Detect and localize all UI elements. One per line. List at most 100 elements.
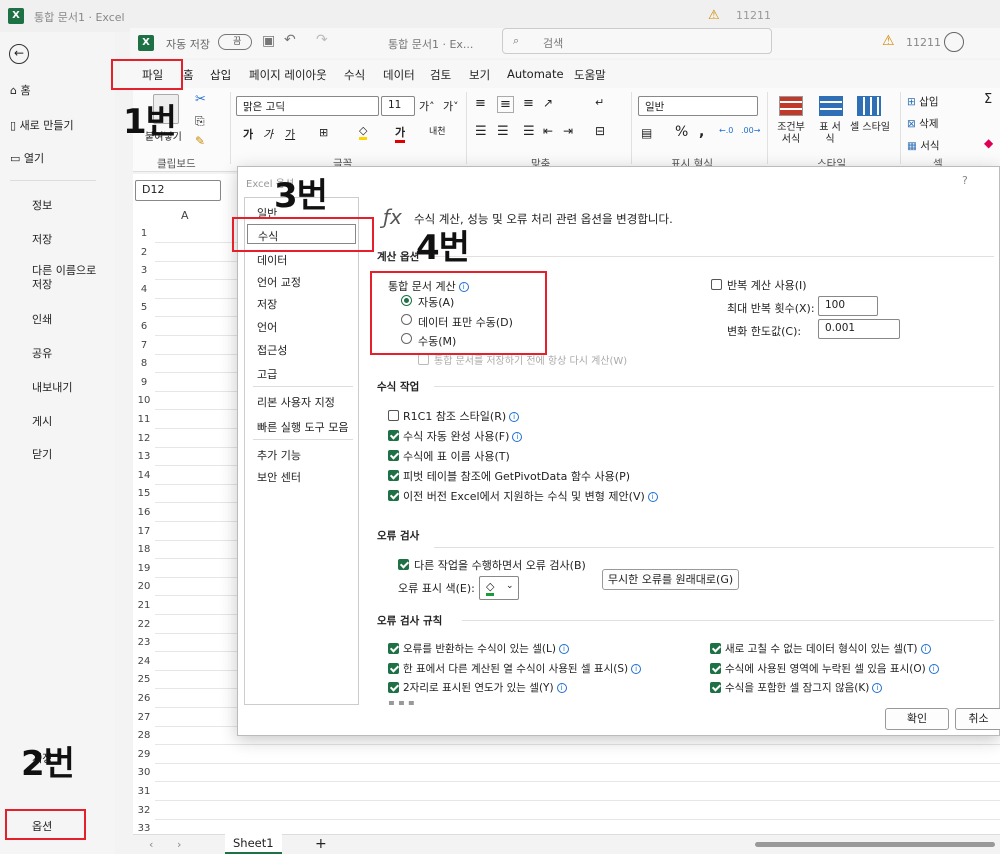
cut-icon[interactable]: ✂ xyxy=(195,92,206,107)
format-cells-button[interactable]: ▦ 서식 xyxy=(907,138,940,153)
align-left-icon[interactable]: ☰ xyxy=(475,124,487,139)
error-rule-checkbox[interactable] xyxy=(710,662,721,674)
backstage-print[interactable]: 인쇄 xyxy=(32,311,52,327)
row-header[interactable]: 26 xyxy=(133,693,155,704)
backstage-new[interactable]: ▯ 새로 만들기 xyxy=(10,117,74,133)
row-header[interactable]: 15 xyxy=(133,488,155,499)
row-header[interactable]: 6 xyxy=(133,321,155,332)
row-header[interactable]: 33 xyxy=(133,823,155,834)
max-iterations-input[interactable]: 100 xyxy=(818,296,878,316)
horizontal-scrollbar[interactable] xyxy=(755,842,995,847)
percent-icon[interactable]: % xyxy=(675,124,688,140)
tab-formulas[interactable]: 수식 xyxy=(344,67,365,83)
orientation-icon[interactable]: ↗ xyxy=(543,96,553,110)
backstage-home[interactable]: ⌂ 홈 xyxy=(10,82,31,98)
column-header-a[interactable]: A xyxy=(181,209,189,222)
error-rule-label[interactable]: 새로 고칠 수 없는 데이터 형식이 있는 셀(T) i xyxy=(725,641,931,656)
align-middle-icon[interactable]: ≡ xyxy=(497,96,514,113)
avatar[interactable] xyxy=(944,32,964,52)
wrap-text-icon[interactable]: ↵ xyxy=(595,96,604,109)
autosum-icon[interactable]: Σ xyxy=(984,92,992,107)
formula-option-label[interactable]: 피벗 테이블 참조에 GetPivotData 함수 사용(P) xyxy=(403,468,630,484)
row-header[interactable]: 25 xyxy=(133,674,155,685)
background-error-label[interactable]: 다른 작업을 수행하면서 오류 검사(B) xyxy=(414,557,586,573)
error-color-picker[interactable]: ◇ ⌄ xyxy=(479,576,519,600)
formula-option-checkbox[interactable] xyxy=(388,430,399,441)
error-rule-label[interactable]: 2자리로 표시된 연도가 있는 셀(Y) i xyxy=(403,680,567,695)
increase-indent-icon[interactable]: ⇥ xyxy=(563,124,573,138)
row-header[interactable]: 29 xyxy=(133,749,155,760)
row-header[interactable]: 10 xyxy=(133,395,155,406)
row-header[interactable]: 27 xyxy=(133,712,155,723)
max-change-input[interactable]: 0.001 xyxy=(818,319,900,339)
category-customize-ribbon[interactable]: 리본 사용자 지정 xyxy=(257,394,335,410)
next-sheet-icon[interactable]: › xyxy=(177,838,181,851)
row-header[interactable]: 2 xyxy=(133,247,155,258)
category-data[interactable]: 데이터 xyxy=(257,252,287,268)
error-rule-label[interactable]: 한 표에서 다른 계산된 열 수식이 사용된 셀 표시(S) i xyxy=(403,661,642,676)
error-rule-checkbox[interactable] xyxy=(710,682,721,693)
formula-option-label[interactable]: 수식 자동 완성 사용(F) i xyxy=(403,428,523,444)
phonetic-icon[interactable]: 내천 xyxy=(429,124,446,137)
cell-styles-label[interactable]: 셀 스타일 xyxy=(849,122,891,134)
italic-icon[interactable]: 가 xyxy=(263,126,273,142)
error-rule-checkbox[interactable] xyxy=(388,643,399,654)
row-header[interactable]: 17 xyxy=(133,526,155,537)
category-addins[interactable]: 추가 기능 xyxy=(257,447,301,463)
category-save[interactable]: 저장 xyxy=(257,296,277,312)
formula-option-label[interactable]: R1C1 참조 스타일(R) i xyxy=(403,408,520,424)
tab-insert[interactable]: 삽입 xyxy=(210,67,231,83)
tab-page-layout[interactable]: 페이지 레이아웃 xyxy=(249,67,327,83)
category-language[interactable]: 언어 xyxy=(257,319,277,335)
name-box[interactable]: D12 xyxy=(135,180,221,201)
format-as-table-icon[interactable] xyxy=(819,96,843,116)
row-header[interactable]: 8 xyxy=(133,358,155,369)
tab-data[interactable]: 데이터 xyxy=(383,67,415,83)
tab-view[interactable]: 보기 xyxy=(469,67,490,83)
align-top-icon[interactable]: ≡ xyxy=(475,96,486,111)
formula-option-label[interactable]: 수식에 표 이름 사용(T) xyxy=(403,448,510,464)
help-icon[interactable]: ? xyxy=(962,174,968,187)
align-bottom-icon[interactable]: ≡ xyxy=(523,96,534,111)
decrease-font-icon[interactable]: 가˅ xyxy=(443,98,459,114)
decrease-indent-icon[interactable]: ⇤ xyxy=(543,124,553,138)
background-error-checkbox[interactable] xyxy=(398,559,409,570)
save-icon[interactable]: ▣ xyxy=(262,33,275,49)
borders-icon[interactable]: ⊞ xyxy=(319,126,328,139)
error-rule-label[interactable]: 오류를 반환하는 수식이 있는 셀(L) i xyxy=(403,641,569,656)
tab-review[interactable]: 검토 xyxy=(430,67,451,83)
comma-icon[interactable]: , xyxy=(699,124,704,140)
row-header[interactable]: 5 xyxy=(133,302,155,313)
row-header[interactable]: 11 xyxy=(133,414,155,425)
category-proofing[interactable]: 언어 교정 xyxy=(257,274,301,290)
eraser-icon[interactable]: ◆ xyxy=(984,136,993,150)
error-rule-checkbox[interactable] xyxy=(388,662,399,674)
merge-center-icon[interactable]: ⊟ xyxy=(595,124,605,138)
row-header[interactable]: 20 xyxy=(133,581,155,592)
row-header[interactable]: 16 xyxy=(133,507,155,518)
autosave-toggle[interactable]: 끔 xyxy=(218,34,252,50)
underline-icon[interactable]: 가 xyxy=(285,126,295,142)
font-color-icon[interactable]: 가 xyxy=(395,124,406,143)
row-header[interactable]: 9 xyxy=(133,377,155,388)
formula-option-label[interactable]: 이전 버전 Excel에서 지원하는 수식 및 변형 제안(V) i xyxy=(403,488,658,504)
format-painter-icon[interactable]: ✎ xyxy=(195,134,205,148)
undo-icon[interactable]: ↶ xyxy=(284,32,296,48)
align-right-icon[interactable]: ☰ xyxy=(523,124,535,139)
backstage-close[interactable]: 닫기 xyxy=(32,446,52,462)
conditional-format-icon[interactable] xyxy=(779,96,803,116)
row-header[interactable]: 31 xyxy=(133,786,155,797)
row-header[interactable]: 18 xyxy=(133,544,155,555)
bold-icon[interactable]: 가 xyxy=(243,126,253,142)
insert-cells-button[interactable]: ⊞ 삽입 xyxy=(907,94,938,109)
backstage-open[interactable]: ▭ 열기 xyxy=(10,150,44,166)
conditional-format-label[interactable]: 조건부 서식 xyxy=(773,122,809,146)
row-header[interactable]: 19 xyxy=(133,563,155,574)
increase-decimal-icon[interactable]: ←.0 xyxy=(719,126,733,135)
font-name-select[interactable]: 맑은 고딕 xyxy=(236,96,379,116)
ok-button[interactable]: 확인 xyxy=(885,708,949,730)
formula-option-checkbox[interactable] xyxy=(388,410,399,421)
category-accessibility[interactable]: 접근성 xyxy=(257,342,287,358)
cell-styles-icon[interactable] xyxy=(857,96,881,116)
row-header[interactable]: 32 xyxy=(133,805,155,816)
